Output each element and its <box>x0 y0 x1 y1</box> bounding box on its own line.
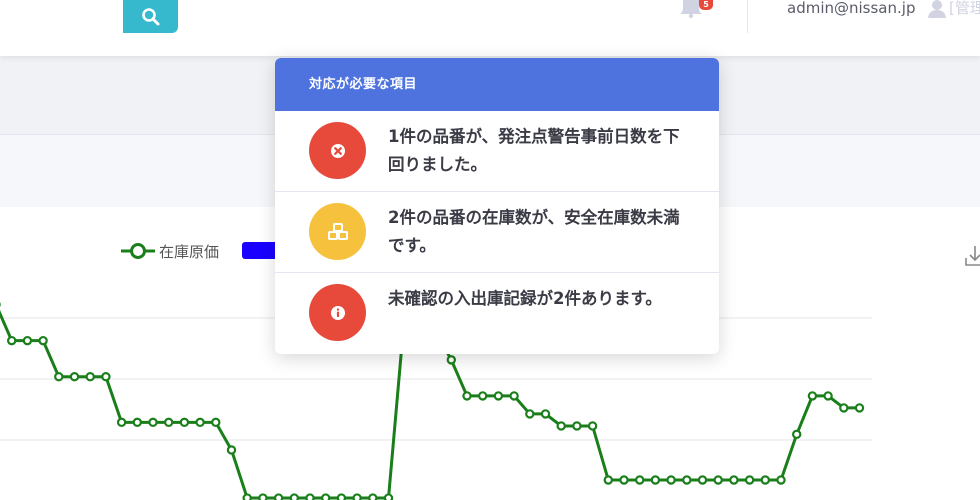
info-icon <box>330 305 345 320</box>
data-point[interactable] <box>744 475 755 485</box>
data-point[interactable] <box>85 371 95 382</box>
data-point[interactable] <box>258 493 268 500</box>
data-point[interactable] <box>854 403 865 413</box>
user-icon[interactable] <box>927 0 947 18</box>
data-point[interactable] <box>7 335 17 346</box>
times-circle-icon <box>330 143 345 158</box>
data-point[interactable] <box>273 493 284 500</box>
data-point[interactable] <box>163 417 174 428</box>
data-point[interactable] <box>823 391 833 401</box>
topbar-divider <box>747 0 748 33</box>
alert-text: 未確認の入出庫記録が2件あります。 <box>388 289 662 308</box>
data-point[interactable] <box>226 445 237 455</box>
data-point[interactable] <box>603 475 614 485</box>
data-point[interactable] <box>22 335 33 346</box>
download-icon[interactable] <box>964 246 980 268</box>
legend-label: 在庫原価 <box>159 242 220 261</box>
alerts-count-badge: 5 <box>699 0 713 10</box>
data-point[interactable] <box>540 409 551 419</box>
alert-item[interactable]: 未確認の入出庫記録が2件あります。 <box>275 273 719 353</box>
data-point[interactable] <box>587 421 598 431</box>
data-point[interactable] <box>493 391 504 401</box>
data-point[interactable] <box>54 371 64 382</box>
search-input[interactable] <box>0 0 124 33</box>
data-point[interactable] <box>132 417 142 428</box>
data-point[interactable] <box>116 417 127 428</box>
data-point[interactable] <box>462 391 472 401</box>
data-point[interactable] <box>101 371 111 382</box>
data-point[interactable] <box>336 493 347 500</box>
data-point[interactable] <box>807 391 818 401</box>
alert-text: 1件の品番が、発注点警告事前日数を下回りました。 <box>388 127 680 174</box>
alert-icon-circle <box>309 284 366 341</box>
data-point[interactable] <box>305 493 315 500</box>
legend-line-marker-icon <box>121 243 155 259</box>
data-point[interactable] <box>525 409 535 419</box>
data-point[interactable] <box>179 417 190 428</box>
data-point[interactable] <box>572 421 582 431</box>
cubes-icon <box>327 222 348 240</box>
data-point[interactable] <box>446 355 456 365</box>
legend-second-series-swatch[interactable] <box>242 242 278 259</box>
data-point[interactable] <box>650 475 661 485</box>
alert-icon-circle <box>309 122 366 179</box>
alert-item[interactable]: 2件の品番の在庫数が、安全在庫数未満です。 <box>275 192 719 273</box>
data-point[interactable] <box>478 391 488 401</box>
data-point[interactable] <box>38 335 48 346</box>
data-point[interactable] <box>792 429 802 440</box>
data-point[interactable] <box>729 475 739 485</box>
alert-item[interactable]: 1件の品番が、発注点警告事前日数を下回りました。 <box>275 111 719 192</box>
data-point[interactable] <box>69 371 80 382</box>
data-point[interactable] <box>352 493 362 500</box>
alert-icon-circle <box>309 203 366 260</box>
data-point[interactable] <box>682 475 692 485</box>
data-point[interactable] <box>760 475 771 485</box>
data-point[interactable] <box>619 475 629 485</box>
data-point[interactable] <box>242 493 252 500</box>
user-email[interactable]: admin@nissan.jp <box>787 0 915 17</box>
data-point[interactable] <box>148 417 158 428</box>
alerts-dropdown-header: 対応が必要な項目 <box>275 58 719 111</box>
data-point[interactable] <box>509 391 519 401</box>
data-point[interactable] <box>776 475 786 485</box>
data-point[interactable] <box>839 403 849 413</box>
data-point[interactable] <box>321 493 331 500</box>
data-point[interactable] <box>666 475 676 485</box>
data-point[interactable] <box>211 417 221 428</box>
data-point[interactable] <box>713 475 723 485</box>
data-point[interactable] <box>195 417 205 428</box>
chart-legend[interactable]: 在庫原価 <box>121 241 219 261</box>
data-point[interactable] <box>635 475 645 485</box>
alert-text: 2件の品番の在庫数が、安全在庫数未満です。 <box>388 208 680 255</box>
topbar: 5 admin@nissan.jp [管理 <box>0 0 980 56</box>
user-role[interactable]: [管理 <box>949 0 980 17</box>
search-icon <box>141 7 159 25</box>
data-point[interactable] <box>556 421 566 431</box>
alerts-dropdown: 対応が必要な項目 1件の品番が、発注点警告事前日数を下回りました。 2件の品番の… <box>275 58 719 354</box>
data-point[interactable] <box>383 493 394 500</box>
search-button[interactable] <box>123 0 178 33</box>
data-point[interactable] <box>368 493 378 500</box>
data-point[interactable] <box>697 475 708 485</box>
data-point[interactable] <box>289 493 299 500</box>
